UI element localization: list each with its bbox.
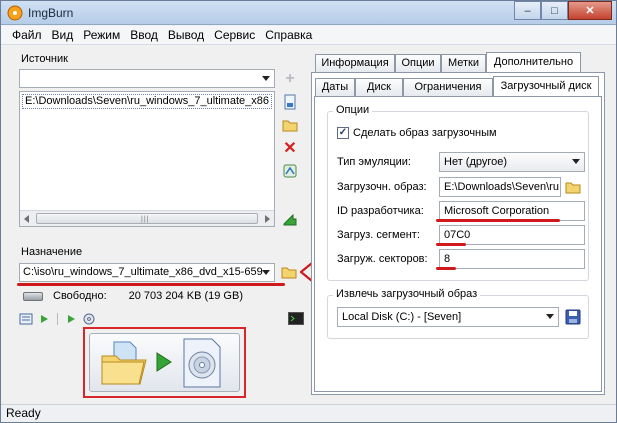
source-combo[interactable] bbox=[19, 69, 275, 88]
tab-disc[interactable]: Диск bbox=[355, 78, 403, 96]
disc-small-icon[interactable] bbox=[82, 313, 96, 325]
status-text: Ready bbox=[6, 406, 41, 420]
scroll-thumb[interactable]: ||| bbox=[36, 213, 258, 224]
options-legend: Опции bbox=[333, 104, 373, 116]
tab-options[interactable]: Опции bbox=[395, 54, 441, 72]
minimize-button[interactable]: – bbox=[514, 1, 541, 20]
tab-advanced[interactable]: Дополнительно bbox=[486, 52, 581, 72]
go-green-icon[interactable] bbox=[282, 211, 298, 227]
status-bar: Ready bbox=[1, 404, 616, 422]
menu-mode[interactable]: Режим bbox=[78, 28, 125, 42]
imgburn-window: ImgBurn – □ ✕ Файл Вид Режим Ввод Вывод … bbox=[0, 0, 617, 423]
load-segment-highlight-line bbox=[436, 243, 466, 246]
bootable-disc-page: Опции ✓ Сделать образ загрузочным Тип эм… bbox=[314, 96, 602, 392]
horizontal-scrollbar[interactable]: ||| bbox=[20, 210, 274, 226]
source-file-list[interactable]: E:\Downloads\Seven\ru_windows_7_ultimate… bbox=[19, 91, 275, 227]
developer-id-field[interactable]: Microsoft Corporation bbox=[439, 201, 585, 221]
destination-label: Назначение bbox=[21, 246, 83, 258]
scroll-right-icon[interactable] bbox=[265, 215, 270, 223]
file-browse-icon[interactable] bbox=[282, 94, 298, 110]
tab-restrictions[interactable]: Ограничения bbox=[403, 78, 493, 96]
free-space-value: 20 703 204 KB (19 GB) bbox=[128, 290, 243, 302]
emulation-label: Тип эмуляции: bbox=[337, 156, 411, 168]
destination-path: C:\iso\ru_windows_7_ultimate_x86_dvd_x15… bbox=[23, 266, 263, 278]
chevron-down-icon bbox=[262, 270, 270, 275]
window-controls: – □ ✕ bbox=[514, 1, 612, 20]
developer-id-highlight-line bbox=[436, 219, 560, 222]
source-label: Источник bbox=[21, 53, 68, 65]
play-arrow-icon bbox=[156, 352, 172, 372]
menu-tools[interactable]: Сервис bbox=[209, 28, 260, 42]
scroll-left-icon[interactable] bbox=[24, 215, 29, 223]
boot-image-browse-icon[interactable] bbox=[565, 179, 581, 195]
folder-source-icon bbox=[101, 341, 147, 385]
menu-help[interactable]: Справка bbox=[260, 28, 317, 42]
title-bar: ImgBurn – □ ✕ bbox=[1, 1, 616, 25]
emulation-select[interactable]: Нет (другое) bbox=[439, 152, 585, 172]
calculate-icon[interactable] bbox=[282, 163, 298, 179]
make-bootable-checkbox[interactable]: ✓ bbox=[337, 127, 349, 139]
sectors-label: Загруж. секторов: bbox=[337, 253, 428, 265]
tab-labels[interactable]: Метки bbox=[441, 54, 486, 72]
menu-output[interactable]: Вывод bbox=[163, 28, 209, 42]
chevron-down-icon bbox=[262, 76, 270, 81]
boot-image-label: Загрузочн. образ: bbox=[337, 181, 427, 193]
developer-id-label: ID разработчика: bbox=[337, 205, 424, 217]
window-title: ImgBurn bbox=[28, 6, 74, 20]
tab-information[interactable]: Информация bbox=[315, 54, 395, 72]
destination-combo[interactable]: C:\iso\ru_windows_7_ultimate_x86_dvd_x15… bbox=[19, 263, 275, 282]
menu-bar: Файл Вид Режим Ввод Вывод Сервис Справка bbox=[1, 26, 616, 45]
tab-bootable-disc[interactable]: Загрузочный диск bbox=[493, 76, 599, 96]
tab-dates[interactable]: Даты bbox=[315, 78, 355, 96]
chevron-down-icon bbox=[572, 159, 580, 164]
destination-folder-icon[interactable] bbox=[281, 264, 297, 280]
close-button[interactable]: ✕ bbox=[568, 1, 612, 20]
folder-browse-icon[interactable] bbox=[282, 117, 298, 133]
mini-toolbar bbox=[19, 311, 100, 327]
extract-drive-value: Local Disk (C:) - [Seven] bbox=[342, 311, 462, 323]
make-bootable-label: Сделать образ загрузочным bbox=[353, 127, 497, 139]
sectors-highlight-line bbox=[436, 267, 456, 270]
drive-icon bbox=[23, 291, 43, 301]
build-button-highlight bbox=[83, 327, 246, 398]
maximize-button[interactable]: □ bbox=[541, 1, 568, 20]
load-segment-label: Загруз. сегмент: bbox=[337, 229, 420, 241]
free-space-label: Свободно: bbox=[53, 290, 107, 302]
menu-file[interactable]: Файл bbox=[7, 28, 47, 42]
advanced-page: Даты Диск Ограничения Загрузочный диск О… bbox=[311, 72, 605, 395]
free-space-row: Свободно: 20 703 204 KB (19 GB) bbox=[23, 290, 243, 302]
destination-highlight-line bbox=[17, 283, 285, 286]
menu-input[interactable]: Ввод bbox=[125, 28, 163, 42]
build-button[interactable] bbox=[89, 333, 240, 392]
imgburn-app-icon bbox=[7, 5, 23, 21]
play-small-icon[interactable] bbox=[37, 313, 51, 325]
log-icon[interactable] bbox=[19, 313, 33, 325]
source-file-item[interactable]: E:\Downloads\Seven\ru_windows_7_ultimate… bbox=[22, 94, 272, 109]
disc-image-icon bbox=[183, 338, 221, 388]
load-segment-field[interactable]: 07C0 bbox=[439, 225, 585, 245]
remove-icon[interactable]: ✕ bbox=[282, 140, 298, 157]
boot-image-field[interactable]: E:\Downloads\Seven\ru bbox=[439, 177, 561, 197]
add-icon[interactable]: + bbox=[282, 70, 298, 87]
console-icon[interactable] bbox=[288, 312, 304, 325]
sectors-field[interactable]: 8 bbox=[439, 249, 585, 269]
settings-tabs: Информация Опции Метки Дополнительно Дат… bbox=[310, 52, 606, 395]
chevron-down-icon bbox=[546, 314, 554, 319]
extract-legend: Извлечь загрузочный образ bbox=[333, 288, 481, 300]
menu-view[interactable]: Вид bbox=[47, 28, 79, 42]
save-icon[interactable] bbox=[565, 309, 581, 325]
extract-drive-select[interactable]: Local Disk (C:) - [Seven] bbox=[337, 307, 559, 327]
play-small-icon-2[interactable] bbox=[64, 313, 78, 325]
emulation-value: Нет (другое) bbox=[444, 156, 508, 168]
